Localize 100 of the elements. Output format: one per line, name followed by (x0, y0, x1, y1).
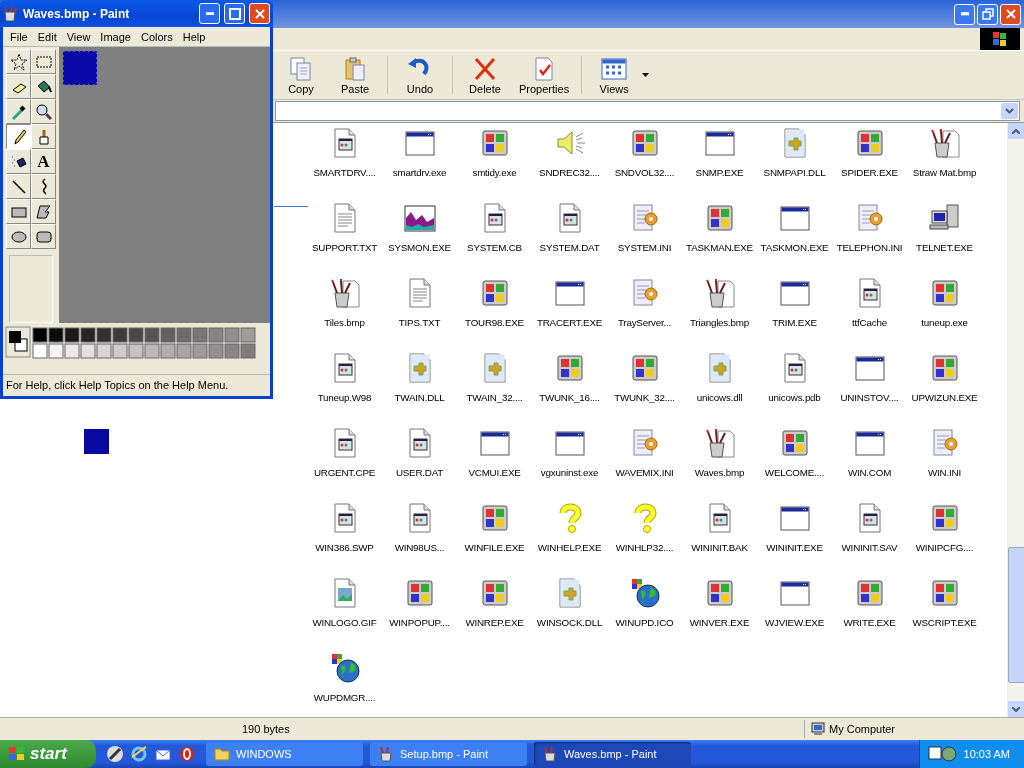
menu-item[interactable]: Image (95, 30, 136, 43)
close-button[interactable] (249, 3, 270, 24)
file-name[interactable]: TASKMON.EXE (757, 242, 832, 253)
file-name[interactable]: SYSTEM.CB (457, 242, 532, 253)
file-name[interactable]: WUPDMGR.... (307, 692, 382, 703)
tool-button[interactable] (6, 124, 31, 150)
file-name[interactable]: URGENT.CPE (307, 467, 382, 478)
scroll-down-button[interactable] (1008, 701, 1024, 717)
file-name[interactable]: TWAIN.DLL (382, 392, 457, 403)
toolbar-button[interactable]: Delete (459, 53, 511, 97)
file-name[interactable]: WININIT.EXE (757, 542, 832, 553)
file-name[interactable]: SUPPORT.TXT (307, 242, 382, 253)
file-name[interactable]: WJVIEW.EXE (757, 617, 832, 628)
file-name[interactable]: TWAIN_32.... (457, 392, 532, 403)
file-name[interactable]: WINVER.EXE (682, 617, 757, 628)
file-name[interactable]: Tuneup.W98 (307, 392, 382, 403)
file-name[interactable]: WELCOME.... (757, 467, 832, 478)
file-name[interactable]: WAVEMIX.INI (607, 467, 682, 478)
file-name[interactable]: TELNET.EXE (907, 242, 982, 253)
taskbar-button[interactable]: Setup.bmp - Paint (370, 742, 527, 766)
file-name[interactable]: Straw Mat.bmp (907, 167, 982, 178)
file-name[interactable]: WINPOPUP.... (382, 617, 457, 628)
file-name[interactable]: UPWIZUN.EXE (907, 392, 982, 403)
file-name[interactable]: TWUNK_32.... (607, 392, 682, 403)
file-name[interactable]: WINSOCK.DLL (532, 617, 607, 628)
file-name[interactable]: TELEPHON.INI (832, 242, 907, 253)
maximize-button[interactable] (224, 3, 245, 24)
file-name[interactable]: WIN98US... (382, 542, 457, 553)
browser-icon[interactable] (130, 745, 148, 763)
ring-icon[interactable] (178, 745, 196, 763)
menu-item[interactable]: File (5, 30, 33, 43)
file-name[interactable]: WIN.INI (907, 467, 982, 478)
file-name[interactable]: SNDREC32.... (532, 167, 607, 178)
scroll-up-button[interactable] (1008, 123, 1024, 139)
tool-button[interactable]: A (31, 149, 56, 175)
file-name[interactable]: Tiles.bmp (307, 317, 382, 328)
file-name[interactable]: WININIT.BAK (682, 542, 757, 553)
file-name[interactable]: WINUPD.ICO (607, 617, 682, 628)
file-name[interactable]: tuneup.exe (907, 317, 982, 328)
taskbar-button[interactable]: WINDOWS (206, 742, 363, 766)
file-name[interactable]: TrayServer... (607, 317, 682, 328)
toolbar-button[interactable]: Views (588, 53, 641, 97)
file-name[interactable]: WINHLP32.... (607, 542, 682, 553)
scroll-thumb[interactable] (1007, 547, 1024, 683)
menu-item[interactable]: View (61, 30, 96, 43)
address-field[interactable] (275, 101, 1020, 121)
file-name[interactable]: TASKMAN.EXE (682, 242, 757, 253)
menu-item[interactable]: Help (177, 30, 211, 43)
brush-cup-icon (542, 746, 558, 762)
toolbar-button[interactable]: Undo (394, 53, 446, 97)
file-name[interactable]: WINLOGO.GIF (307, 617, 382, 628)
file-name[interactable]: TOUR98.EXE (457, 317, 532, 328)
file-name[interactable]: SYSMON.EXE (382, 242, 457, 253)
dropdown-button[interactable] (1001, 103, 1018, 119)
file-name[interactable]: unicows.dll (682, 392, 757, 403)
file-name[interactable]: WINFILE.EXE (457, 542, 532, 553)
file-name[interactable]: WRITE.EXE (832, 617, 907, 628)
toolbar-button[interactable]: Copy (275, 53, 327, 97)
file-name[interactable]: smartdrv.exe (382, 167, 457, 178)
file-name[interactable]: TWUNK_16.... (532, 392, 607, 403)
minimize-button[interactable] (954, 3, 975, 25)
file-name[interactable]: WININIT.SAV (832, 542, 907, 553)
start-button[interactable]: start (0, 740, 96, 768)
file-name[interactable]: SMARTDRV.... (307, 167, 382, 178)
file-name[interactable]: SNDVOL32.... (607, 167, 682, 178)
menu-item[interactable]: Colors (135, 30, 178, 43)
file-name[interactable]: UNINSTOV.... (832, 392, 907, 403)
close-button[interactable] (1000, 3, 1021, 25)
file-name[interactable]: smtidy.exe (457, 167, 532, 178)
file-name[interactable]: WIN386.SWP (307, 542, 382, 553)
menu-item[interactable]: Edit (32, 30, 62, 43)
restore-icon (981, 8, 994, 20)
file-name[interactable]: ttfCache (832, 317, 907, 328)
file-name[interactable]: SYSTEM.DAT (532, 242, 607, 253)
toolbar-button[interactable]: Paste (329, 53, 381, 97)
file-name[interactable]: Triangles.bmp (682, 317, 757, 328)
file-name[interactable]: SNMPAPI.DLL (757, 167, 832, 178)
scrollbar[interactable] (1007, 123, 1024, 717)
file-name[interactable]: SYSTEM.INI (607, 242, 682, 253)
toolbar-button[interactable]: Properties (513, 53, 576, 97)
minimize-button[interactable] (199, 3, 220, 24)
file-name[interactable]: TIPS.TXT (382, 317, 457, 328)
file-name[interactable]: WINIPCFG.... (907, 542, 982, 553)
file-name[interactable]: vgxuninst.exe (532, 467, 607, 478)
file-name[interactable]: unicows.pdb (757, 392, 832, 403)
file-name[interactable]: WINHELP.EXE (532, 542, 607, 553)
file-name[interactable]: Waves.bmp (682, 467, 757, 478)
file-name[interactable]: WINREP.EXE (457, 617, 532, 628)
file-name[interactable]: WSCRIPT.EXE (907, 617, 982, 628)
restore-button[interactable] (977, 3, 998, 25)
brush-cup-icon (378, 746, 394, 762)
tray-icon[interactable] (927, 745, 958, 763)
file-name[interactable]: SNMP.EXE (682, 167, 757, 178)
file-name[interactable]: WIN.COM (832, 467, 907, 478)
file-name[interactable]: USER.DAT (382, 467, 457, 478)
file-name[interactable]: TRACERT.EXE (532, 317, 607, 328)
taskbar-button[interactable]: Waves.bmp - Paint (534, 742, 691, 766)
file-name[interactable]: TRIM.EXE (757, 317, 832, 328)
file-name[interactable]: SPIDER.EXE (832, 167, 907, 178)
file-name[interactable]: VCMUI.EXE (457, 467, 532, 478)
